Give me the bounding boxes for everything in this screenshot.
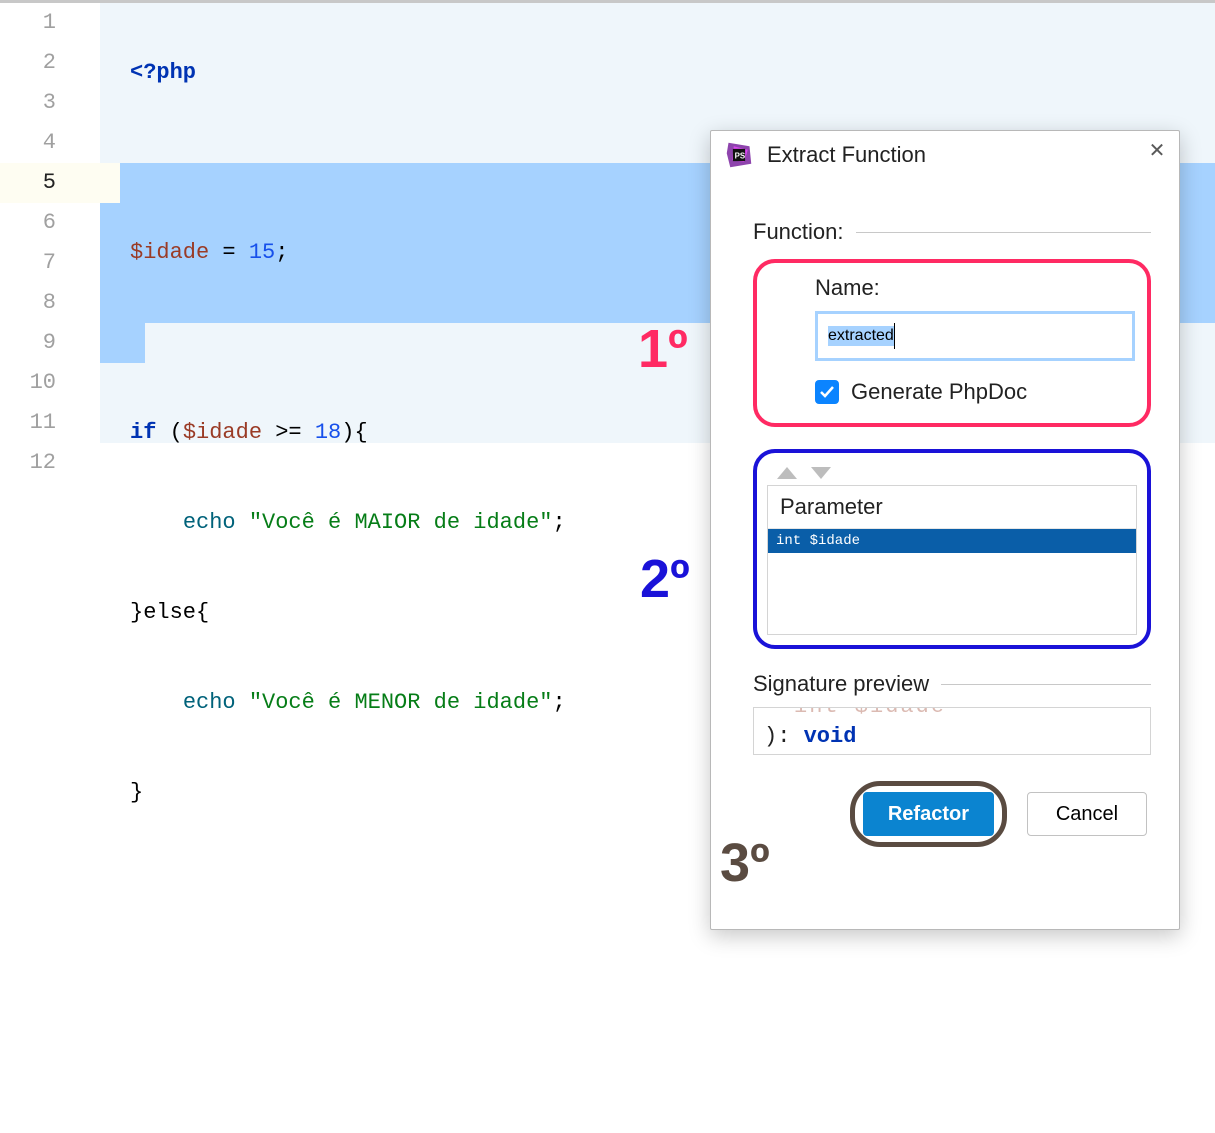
signature-line-1: int $idade bbox=[794, 707, 946, 719]
code-token: 18 bbox=[315, 420, 341, 445]
parameter-row[interactable]: int $idade bbox=[768, 529, 1136, 553]
refactor-button[interactable]: Refactor bbox=[863, 792, 994, 836]
annotation-step-3: 3º bbox=[720, 832, 770, 894]
move-down-icon[interactable] bbox=[811, 467, 831, 479]
code-token: >= bbox=[262, 420, 315, 445]
code-token: ; bbox=[275, 240, 288, 265]
name-input[interactable]: extracted bbox=[815, 311, 1135, 361]
annotation-highlight-3: Refactor bbox=[850, 781, 1007, 847]
line-number: 9 bbox=[0, 323, 100, 363]
code-indent bbox=[130, 690, 183, 715]
annotation-highlight-2: Parameter int $idade bbox=[753, 449, 1151, 649]
section-divider bbox=[856, 232, 1152, 233]
gutter: 1 2 3 4 5 6 7 8 9 10 11 12 bbox=[0, 3, 100, 483]
generate-phpdoc-label: Generate PhpDoc bbox=[851, 379, 1027, 405]
generate-phpdoc-checkbox[interactable] bbox=[815, 380, 839, 404]
annotation-highlight-1: Name: extracted Generate PhpDoc bbox=[753, 259, 1151, 427]
line-number: 11 bbox=[0, 403, 100, 443]
sig-token: void bbox=[804, 724, 857, 749]
signature-preview: int $idade ): void bbox=[753, 707, 1151, 755]
extract-function-dialog: PS Extract Function ✕ Function: Name: ex… bbox=[710, 130, 1180, 930]
code-token: if bbox=[130, 420, 170, 445]
line-number: 4 bbox=[0, 123, 100, 163]
svg-text:PS: PS bbox=[735, 152, 745, 161]
code-token: echo bbox=[183, 510, 249, 535]
line-number: 6 bbox=[0, 203, 100, 243]
move-up-icon[interactable] bbox=[777, 467, 797, 479]
code-token: echo bbox=[183, 690, 249, 715]
line-number: 10 bbox=[0, 363, 100, 403]
code-token: ; bbox=[552, 690, 565, 715]
close-icon[interactable]: ✕ bbox=[1147, 141, 1167, 161]
code-token: $idade bbox=[183, 420, 262, 445]
annotation-step-1: 1º bbox=[638, 318, 688, 380]
annotation-step-2: 2º bbox=[640, 548, 690, 610]
text-caret bbox=[894, 323, 895, 349]
code-token: "Você é MAIOR de idade" bbox=[249, 510, 553, 535]
section-divider bbox=[941, 684, 1151, 685]
code-token: "Você é MENOR de idade" bbox=[249, 690, 553, 715]
line-number: 7 bbox=[0, 243, 100, 283]
parameter-header: Parameter bbox=[768, 486, 1136, 529]
code-token: 15 bbox=[249, 240, 275, 265]
parameter-table[interactable]: Parameter int $idade bbox=[767, 485, 1137, 635]
code-token: <?php bbox=[130, 60, 196, 85]
name-label: Name: bbox=[815, 275, 1129, 301]
code-token: }else{ bbox=[130, 600, 209, 625]
line-number-current: 5 bbox=[0, 163, 100, 203]
code-token: } bbox=[130, 780, 143, 805]
name-input-value: extracted bbox=[828, 326, 894, 346]
code-token: ; bbox=[552, 510, 565, 535]
code-indent bbox=[130, 510, 183, 535]
line-number: 3 bbox=[0, 83, 100, 123]
code-token: ){ bbox=[341, 420, 367, 445]
function-section-label: Function: bbox=[753, 219, 844, 245]
dialog-header: PS Extract Function ✕ bbox=[711, 131, 1179, 177]
cancel-button[interactable]: Cancel bbox=[1027, 792, 1147, 836]
code-token: = bbox=[209, 240, 249, 265]
line-number: 12 bbox=[0, 443, 100, 483]
line-number: 2 bbox=[0, 43, 100, 83]
line-number: 8 bbox=[0, 283, 100, 323]
phpstorm-icon: PS bbox=[725, 141, 753, 169]
code-token: $idade bbox=[130, 240, 209, 265]
line-number: 1 bbox=[0, 3, 100, 43]
code-token: ( bbox=[170, 420, 183, 445]
signature-preview-label: Signature preview bbox=[753, 671, 929, 697]
dialog-title: Extract Function bbox=[767, 142, 926, 168]
sig-token: ): bbox=[764, 724, 804, 749]
